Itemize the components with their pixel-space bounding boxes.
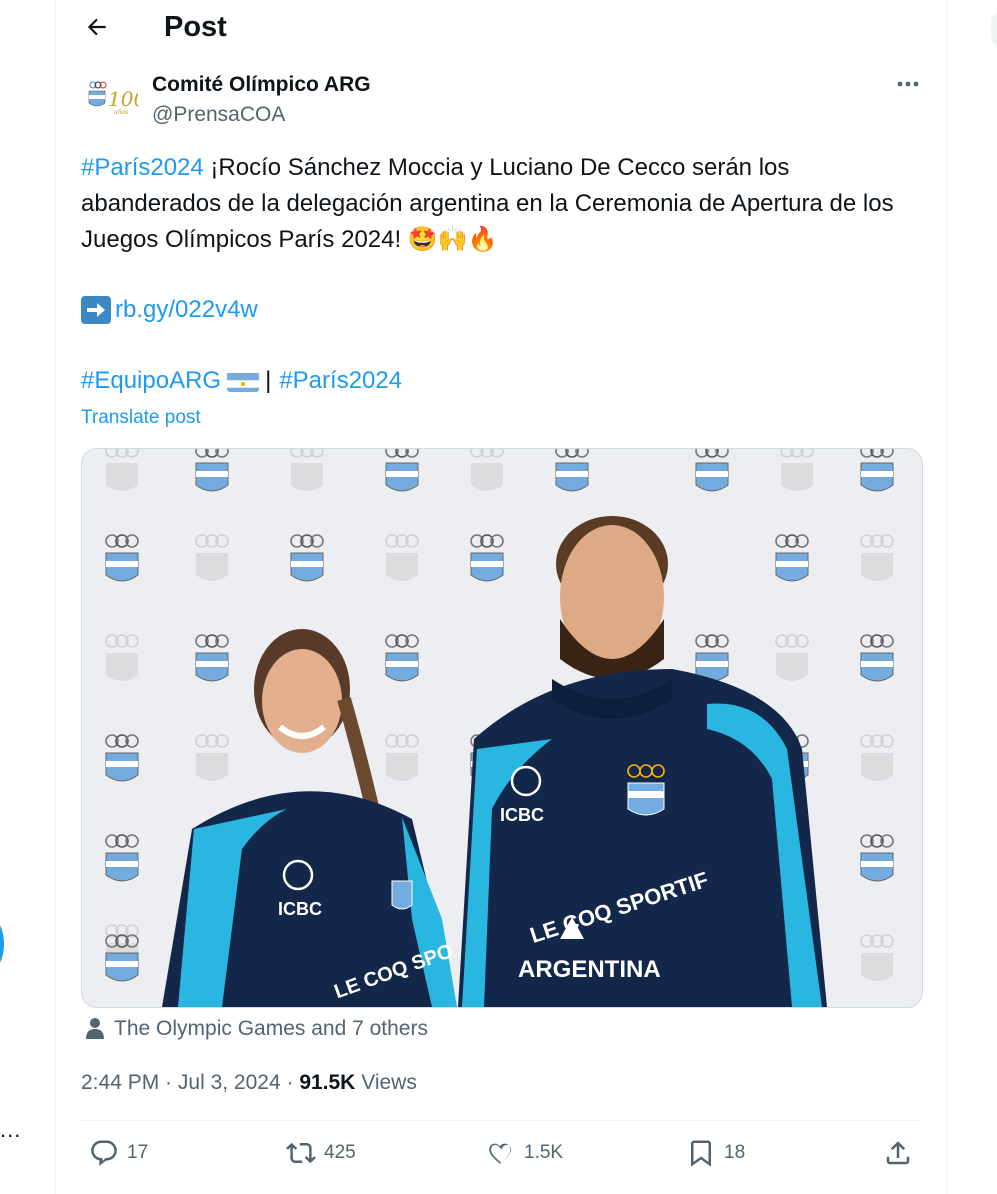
more-button[interactable] <box>894 74 924 94</box>
views-label: Views <box>361 1071 417 1094</box>
more-icon <box>897 81 919 87</box>
share-icon <box>886 1141 910 1165</box>
reply-button[interactable]: 17 <box>89 1138 148 1168</box>
argentina-flag-icon <box>227 370 260 392</box>
hashtag-paris2024-2[interactable]: #París2024 <box>279 363 402 399</box>
tagged-text: The Olympic Games and 7 others <box>114 1017 428 1040</box>
back-arrow-icon <box>87 18 106 36</box>
arrow-right-icon <box>81 296 111 324</box>
hashtags-row: #EquipoARG | #París2024 <box>81 363 402 399</box>
repost-icon <box>286 1142 316 1164</box>
svg-text:ARGENTINA: ARGENTINA <box>518 956 661 983</box>
post-text: #París2024 ¡Rocío Sánchez Moccia y Lucia… <box>81 150 926 258</box>
back-button[interactable] <box>80 10 114 44</box>
svg-text:años: años <box>114 109 128 116</box>
post-link[interactable]: rb.gy/022v4w <box>81 292 258 328</box>
action-bar: 17 425 1.5K 18 <box>81 1138 921 1178</box>
svg-text:ICBC: ICBC <box>500 805 544 825</box>
reply-count: 17 <box>127 1142 149 1163</box>
like-button[interactable]: 1.5K <box>486 1138 563 1168</box>
post-time[interactable]: 2:44 PM <box>81 1071 159 1094</box>
bookmark-button[interactable]: 18 <box>686 1138 745 1168</box>
photo-illustration: ICBC LE COQ SPO ICBC LE COQ SPORTIF ARGE… <box>82 449 922 1007</box>
separator: | <box>265 367 272 394</box>
hashtag-equipoarg[interactable]: #EquipoARG <box>81 363 221 399</box>
avatar[interactable]: 100 años <box>81 72 139 130</box>
post-date[interactable]: Jul 3, 2024 <box>178 1071 281 1094</box>
svg-text:100: 100 <box>108 87 139 111</box>
repost-count: 425 <box>324 1142 356 1163</box>
page-title: Post <box>164 11 227 43</box>
bookmark-count: 18 <box>724 1142 746 1163</box>
user-icon <box>86 1018 104 1039</box>
like-icon <box>489 1143 511 1164</box>
link-text[interactable]: rb.gy/022v4w <box>115 292 258 328</box>
right-scroll-edge <box>991 12 997 46</box>
divider <box>81 1120 921 1121</box>
like-count: 1.5K <box>524 1142 564 1163</box>
repost-button[interactable]: 425 <box>286 1138 356 1168</box>
svg-text:ICBC: ICBC <box>278 899 322 919</box>
translate-post-link[interactable]: Translate post <box>81 405 201 431</box>
author-handle[interactable]: @PrensaCOA <box>152 101 285 129</box>
share-button[interactable] <box>883 1138 921 1168</box>
background-blue-button <box>0 918 4 970</box>
post-meta: 2:44 PM · Jul 3, 2024 · 91.5K Views <box>81 1071 417 1094</box>
hashtag-paris2024[interactable]: #París2024 <box>81 154 204 181</box>
post-column: Post 100 años Comité Olímpico ARG @Prens… <box>55 0 947 1194</box>
tagged-users[interactable]: The Olympic Games and 7 others <box>84 1015 428 1043</box>
bookmark-icon <box>691 1140 711 1167</box>
post-photo[interactable]: ICBC LE COQ SPO ICBC LE COQ SPORTIF ARGE… <box>81 448 923 1008</box>
views-count: 91.5K <box>299 1071 356 1094</box>
author-name[interactable]: Comité Olímpico ARG <box>152 71 371 99</box>
reply-icon <box>91 1140 117 1166</box>
post-body: ¡Rocío Sánchez Moccia y Luciano De Cecco… <box>81 154 894 253</box>
background-more-dots: ... <box>0 1117 22 1142</box>
